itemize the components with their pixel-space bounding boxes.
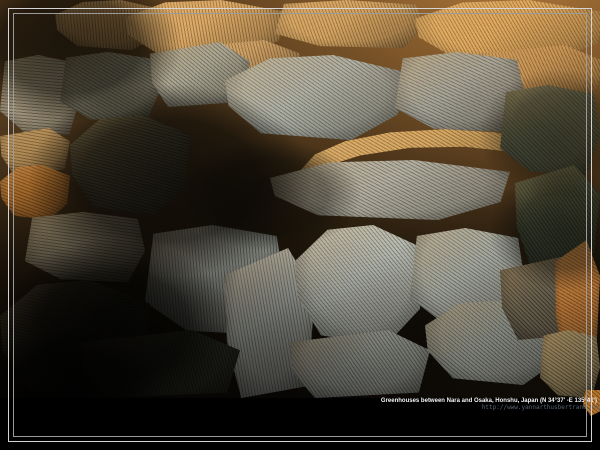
greenhouse-patch — [290, 330, 430, 398]
greenhouse-patch — [225, 55, 405, 140]
greenhouse-patch — [80, 330, 240, 398]
wallpaper: Greenhouses between Nara and Osaka, Hons… — [0, 0, 600, 450]
greenhouse-patch — [70, 115, 190, 215]
aerial-photo — [0, 0, 600, 398]
caption-url: http://www.yannarthusbertrand.org — [381, 405, 600, 411]
photo-caption: Greenhouses between Nara and Osaka, Hons… — [381, 398, 597, 411]
greenhouse-patch — [0, 165, 70, 220]
greenhouse-patch — [275, 0, 425, 48]
greenhouse-patch — [540, 330, 600, 398]
greenhouse-patch — [270, 160, 510, 220]
greenhouse-patch — [25, 212, 145, 282]
greenhouse-patch — [295, 225, 425, 345]
greenhouse-patch — [500, 85, 600, 175]
